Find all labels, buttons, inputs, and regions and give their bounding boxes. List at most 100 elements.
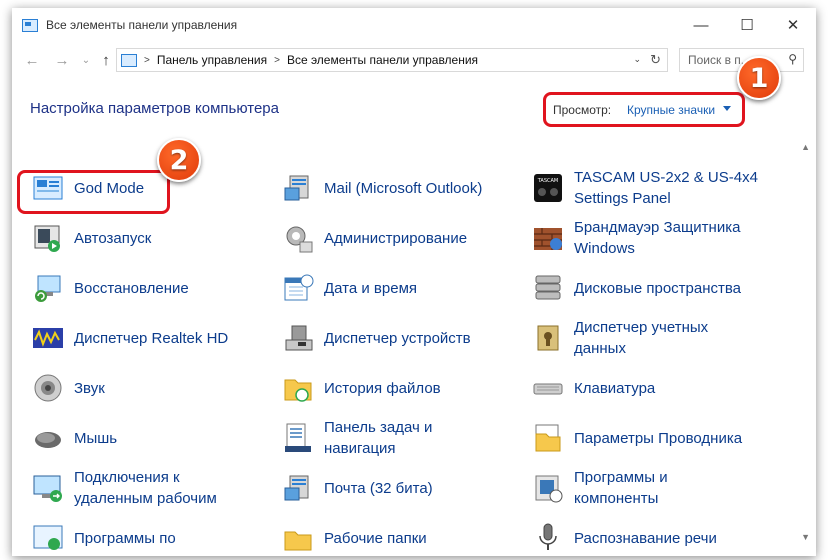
realtek-audio-icon xyxy=(32,322,64,354)
control-panel-item-label[interactable]: Мышь xyxy=(74,428,117,449)
recent-locations-dropdown[interactable]: ⌄ xyxy=(76,50,96,70)
control-panel-item-label-line: Подключения к xyxy=(74,469,180,486)
control-panel-item-label[interactable]: Подключения к удаленным рабочим xyxy=(74,467,217,509)
annotation-badge-1: 1 xyxy=(737,56,781,100)
page-title: Настройка параметров компьютера xyxy=(30,100,279,117)
breadcrumb-all-items[interactable]: Все элементы панели управления xyxy=(287,53,478,67)
control-panel-item[interactable]: Администрирование xyxy=(282,218,467,258)
control-panel-item-label[interactable]: Брандмауэр Защитника Windows xyxy=(574,217,740,259)
microphone-icon xyxy=(532,522,564,554)
control-panel-item[interactable]: Рабочие папки xyxy=(282,518,427,556)
svg-text:TASCAM: TASCAM xyxy=(537,178,559,184)
control-panel-item[interactable]: Клавиатура xyxy=(532,368,655,408)
control-panel-item[interactable]: История файлов xyxy=(282,368,441,408)
device-manager-icon xyxy=(282,322,314,354)
control-panel-item-label[interactable]: Дата и время xyxy=(324,278,417,299)
title-bar: Все элементы панели управления — ☐ ✕ xyxy=(12,8,816,42)
forward-button[interactable]: → xyxy=(52,50,72,70)
control-panel-item-label[interactable]: TASCAM US-2x2 & US-4x4 Settings Panel xyxy=(574,167,758,209)
control-panel-item-label-line: Распознавание речи xyxy=(574,529,717,547)
up-button[interactable]: ↑ xyxy=(96,50,116,70)
control-panel-item[interactable]: Параметры Проводника xyxy=(532,418,742,458)
calendar-clock-icon xyxy=(282,272,314,304)
mail-icon xyxy=(282,172,314,204)
maximize-button[interactable]: ☐ xyxy=(724,8,770,42)
control-panel-item[interactable]: Автозапуск xyxy=(32,218,151,258)
explorer-options-icon xyxy=(532,422,564,454)
control-panel-item[interactable]: Дата и время xyxy=(282,268,417,308)
control-panel-item[interactable]: Почта (32 бита) xyxy=(282,468,433,508)
close-button[interactable]: ✕ xyxy=(770,8,816,42)
control-panel-item-label-line: Восстановление xyxy=(74,279,189,297)
control-panel-item-label[interactable]: Диспетчер Realtek HD xyxy=(74,328,228,349)
control-panel-item[interactable]: Дисковые пространства xyxy=(532,268,741,308)
control-panel-item[interactable]: Подключения к удаленным рабочим xyxy=(32,468,217,508)
address-dropdown-icon[interactable]: ⌄ xyxy=(633,54,641,65)
control-panel-item-label-line: Дисковые пространства xyxy=(574,279,742,297)
mail-32-icon xyxy=(282,472,314,504)
control-panel-item-label[interactable]: Распознавание речи xyxy=(574,528,717,549)
control-panel-item-label[interactable]: Звук xyxy=(74,378,105,399)
control-panel-item[interactable]: Распознавание речи xyxy=(532,518,717,556)
refresh-icon[interactable]: ↻ xyxy=(650,52,661,68)
control-panel-item-label-line: Дата и время xyxy=(324,279,418,297)
control-panel-item-label[interactable]: Mail (Microsoft Outlook) xyxy=(324,178,482,199)
control-panel-item-label-line: Диспетчер учетных xyxy=(574,319,709,336)
address-bar[interactable]: > Панель управления > Все элементы панел… xyxy=(116,48,668,72)
control-panel-item-label-line: Панель задач и xyxy=(324,419,433,436)
control-panel-item[interactable]: TASCAM TASCAM US-2x2 & US-4x4 Settings Pa… xyxy=(532,168,758,208)
back-button[interactable]: ← xyxy=(22,50,42,70)
control-panel-item-label[interactable]: Программы и компоненты xyxy=(574,467,668,509)
control-panel-item-label[interactable]: Почта (32 бита) xyxy=(324,478,433,499)
control-panel-item-label[interactable]: Восстановление xyxy=(74,278,189,299)
control-panel-item[interactable]: Диспетчер устройств xyxy=(282,318,471,358)
control-panel-item-label[interactable]: Параметры Проводника xyxy=(574,428,742,449)
control-panel-item-label-line: Рабочие папки xyxy=(324,529,427,547)
breadcrumb-separator[interactable]: > xyxy=(274,55,280,66)
control-panel-item-label[interactable]: Панель задач и навигация xyxy=(324,417,432,459)
control-panel-item-label[interactable]: История файлов xyxy=(324,378,441,399)
control-panel-item-label-line: История файлов xyxy=(324,379,441,397)
control-panel-item-label[interactable]: Дисковые пространства xyxy=(574,278,741,299)
control-panel-item-label[interactable]: Диспетчер устройств xyxy=(324,328,471,349)
control-panel-item[interactable]: Программы по xyxy=(32,518,176,556)
control-panel-item-label-line: Почта (32 бита) xyxy=(324,479,433,497)
control-panel-item[interactable]: Панель задач и навигация xyxy=(282,418,432,458)
search-icon[interactable]: ⚲ xyxy=(788,52,797,66)
minimize-button[interactable]: — xyxy=(678,8,724,42)
control-panel-item-label[interactable]: Рабочие папки xyxy=(324,528,427,549)
breadcrumb-control-panel[interactable]: Панель управления xyxy=(157,53,267,67)
control-panel-item-label-line: Звук xyxy=(74,379,105,397)
scroll-down-arrow[interactable]: ▼ xyxy=(801,532,810,542)
control-panel-item[interactable]: Диспетчер учетных данных xyxy=(532,318,708,358)
recovery-icon xyxy=(32,272,64,304)
control-panel-item-label-line: Диспетчер устройств xyxy=(324,329,471,347)
control-panel-item[interactable]: Звук xyxy=(32,368,105,408)
control-panel-item-label[interactable]: Программы по xyxy=(74,528,176,549)
breadcrumb-separator[interactable]: > xyxy=(144,55,150,66)
control-panel-item-label-line: компоненты xyxy=(574,490,659,507)
control-panel-item-label-line: навигация xyxy=(324,440,396,457)
programs-features-icon xyxy=(532,472,564,504)
control-panel-item[interactable]: Мышь xyxy=(32,418,117,458)
control-panel-item-label-line: данных xyxy=(574,340,626,357)
control-panel-item-label[interactable]: Автозапуск xyxy=(74,228,151,249)
control-panel-item-label[interactable]: Администрирование xyxy=(324,228,467,249)
control-panel-item-label-line: Программы по xyxy=(74,529,176,547)
control-panel-item-label[interactable]: Диспетчер учетных данных xyxy=(574,317,708,359)
file-history-icon xyxy=(282,372,314,404)
annotation-highlight-god-mode xyxy=(17,170,170,214)
control-panel-item[interactable]: Восстановление xyxy=(32,268,189,308)
control-panel-item-label-line: Диспетчер Realtek HD xyxy=(74,329,229,347)
scroll-up-arrow[interactable]: ▲ xyxy=(801,142,810,152)
control-panel-item[interactable]: Программы и компоненты xyxy=(532,468,668,508)
control-panel-item[interactable]: Диспетчер Realtek HD xyxy=(32,318,228,358)
annotation-highlight-view xyxy=(543,92,745,127)
control-panel-window: Все элементы панели управления — ☐ ✕ ← →… xyxy=(12,8,816,556)
control-panel-item-label-line: Mail (Microsoft Outlook) xyxy=(324,179,483,197)
control-panel-item[interactable]: Брандмауэр Защитника Windows xyxy=(532,218,740,258)
work-folders-icon xyxy=(282,522,314,554)
control-panel-item[interactable]: Mail (Microsoft Outlook) xyxy=(282,168,482,208)
control-panel-item-label-line: TASCAM US-2x2 & US-4x4 xyxy=(574,169,758,186)
control-panel-item-label[interactable]: Клавиатура xyxy=(574,378,655,399)
